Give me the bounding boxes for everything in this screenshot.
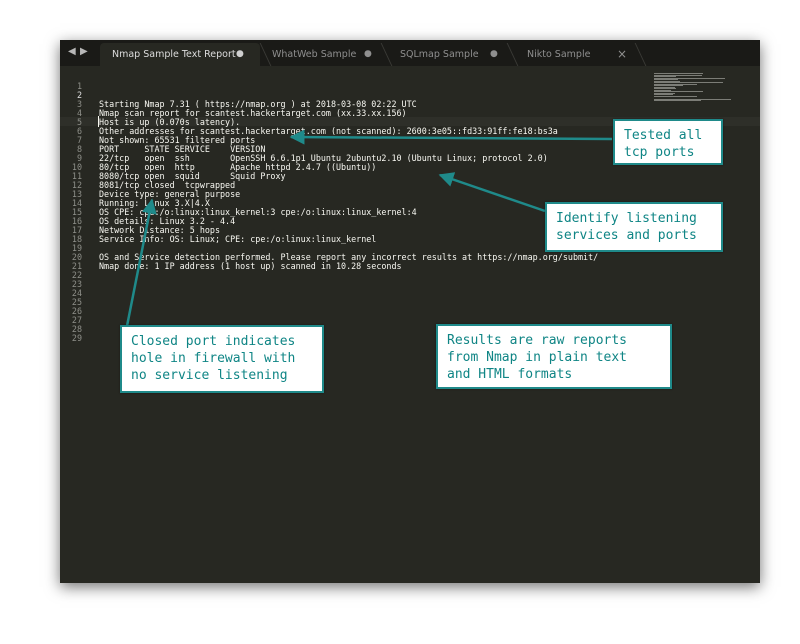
callout-identify-services: Identify listening services and ports: [545, 202, 723, 252]
arrow-to-services: [438, 172, 546, 213]
annotation-arrows: [125, 129, 613, 327]
callout-tested-all-tcp-ports: Tested all tcp ports: [613, 119, 723, 165]
callout-closed-port: Closed port indicates hole in firewall w…: [120, 325, 324, 393]
arrow-to-filtered-ports: [289, 129, 613, 145]
callout-results-formats: Results are raw reports from Nmap in pla…: [436, 324, 672, 389]
arrow-to-closed-port: [125, 198, 157, 327]
